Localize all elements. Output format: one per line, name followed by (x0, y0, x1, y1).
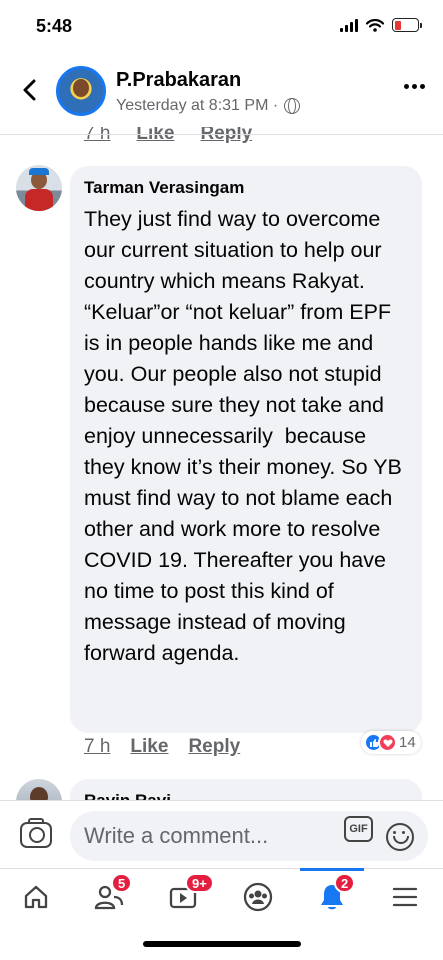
reactions-summary[interactable]: 14 (361, 731, 421, 754)
nav-menu[interactable] (385, 877, 425, 917)
groups-icon (243, 882, 273, 912)
wifi-icon (366, 18, 384, 32)
love-reaction-icon (378, 733, 397, 752)
chevron-left-icon (23, 79, 36, 101)
nav-friends[interactable]: 5 (89, 873, 133, 917)
previous-comment-actions: 7 h Like Reply (84, 127, 252, 145)
back-button[interactable] (16, 76, 44, 104)
emoji-icon[interactable] (386, 823, 414, 851)
post-timestamp-text: Yesterday at 8:31 PM · (116, 97, 279, 114)
comment-time[interactable]: 7 h (84, 736, 110, 758)
comment-composer: Write a comment... (0, 800, 443, 868)
comment-author[interactable]: Tarman Verasingam (84, 178, 408, 198)
home-indicator (143, 941, 301, 947)
comment-bubble: Tarman Verasingam They just find way to … (70, 166, 422, 733)
status-time: 5:48 (36, 16, 73, 36)
nav-groups[interactable] (238, 877, 278, 917)
post-timestamp: Yesterday at 8:31 PM · (116, 97, 301, 115)
signal-icon (340, 18, 358, 32)
more-options-button[interactable] (404, 84, 425, 89)
home-icon (24, 885, 48, 909)
status-bar: 5:48 (0, 0, 443, 56)
reply-button[interactable]: Reply (188, 736, 240, 758)
menu-icon (392, 887, 418, 907)
comment-actions: 7 h Like Reply (84, 736, 240, 758)
gif-label: GIF (349, 823, 368, 835)
gif-button[interactable]: GIF (344, 816, 373, 842)
nav-home[interactable] (16, 877, 56, 917)
author-avatar[interactable] (56, 66, 106, 116)
friends-badge: 5 (111, 873, 133, 893)
comment-input-placeholder: Write a comment... (84, 823, 269, 848)
notifications-badge: 2 (334, 873, 356, 893)
like-button[interactable]: Like (130, 736, 168, 758)
globe-icon (284, 98, 301, 114)
post-header: P.Prabakaran Yesterday at 8:31 PM · (0, 62, 443, 126)
nav-notifications[interactable]: 2 (300, 868, 364, 917)
camera-icon[interactable] (20, 818, 52, 848)
comment-text: They just find way to overcome our curre… (84, 207, 408, 665)
post-author-name[interactable]: P.Prabakaran (116, 69, 241, 92)
status-icons (340, 18, 422, 32)
reaction-count: 14 (399, 734, 416, 751)
nav-watch[interactable]: 9+ (163, 873, 214, 917)
header-divider (0, 134, 443, 135)
comment-input[interactable]: Write a comment... (70, 811, 428, 861)
battery-icon (392, 18, 422, 32)
commenter-avatar[interactable] (16, 165, 62, 211)
bottom-nav: 5 9+ 2 (0, 868, 443, 922)
watch-badge: 9+ (185, 873, 214, 893)
